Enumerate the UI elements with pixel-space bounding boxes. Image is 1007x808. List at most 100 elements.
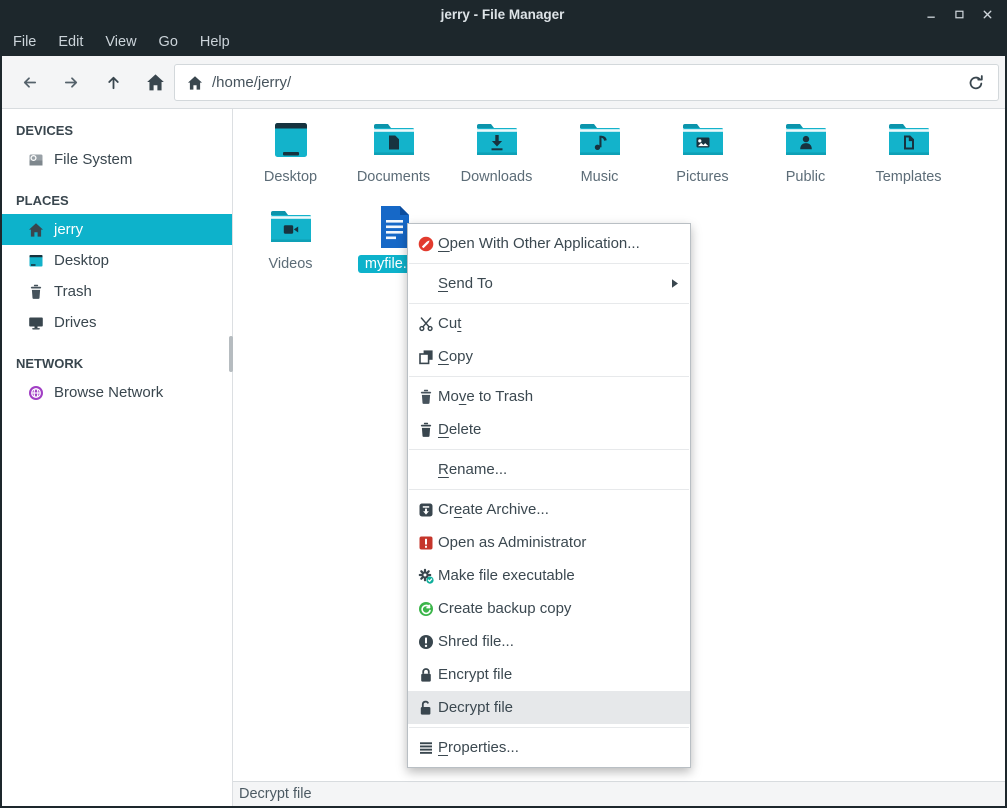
sidebar-item-label: File System <box>54 151 132 168</box>
context-menu-item-copy[interactable]: Copy <box>408 340 690 373</box>
file-item-music[interactable]: Music <box>548 112 651 198</box>
sidebar-item-desktop[interactable]: Desktop <box>2 245 232 276</box>
sidebar-section-items: Browse Network <box>2 377 232 408</box>
sidebar-resize-handle[interactable] <box>229 336 233 372</box>
status-text: Decrypt file <box>239 786 312 802</box>
sidebar-item-trash[interactable]: Trash <box>2 276 232 307</box>
context-menu-item-label: Create Archive... <box>438 501 549 518</box>
sidebar-section-items: jerry Desktop Trash Drives <box>2 214 232 338</box>
properties-icon <box>418 740 434 756</box>
backup-icon <box>418 601 434 617</box>
context-menu-item-label: Shred file... <box>438 633 514 650</box>
menubar-item-view[interactable]: View <box>94 30 147 54</box>
context-menu-item-move-to-trash[interactable]: Move to Trash <box>408 380 690 413</box>
context-menu-item-label: Copy <box>438 348 473 365</box>
sidebar-item-label: Drives <box>54 314 97 331</box>
statusbar: Decrypt file <box>2 781 1005 806</box>
archive-icon <box>418 502 434 518</box>
sidebar-section-network: NETWORK Browse Network <box>2 350 232 408</box>
context-menu-item-shred-file[interactable]: Shred file... <box>408 625 690 658</box>
file-item-templates[interactable]: Templates <box>857 112 960 198</box>
context-menu-separator <box>409 727 689 728</box>
context-menu-item-decrypt-file[interactable]: Decrypt file <box>408 691 690 724</box>
toolbar: /home/jerry/ <box>2 56 1005 109</box>
context-menu-item-cut[interactable]: Cut <box>408 307 690 340</box>
no-icon <box>418 276 434 292</box>
context-menu-item-label: Create backup copy <box>438 600 571 617</box>
file-item-label: Desktop <box>257 168 324 186</box>
path-bar[interactable]: /home/jerry/ <box>174 64 999 101</box>
trash-icon <box>28 284 44 300</box>
menubar-item-help[interactable]: Help <box>189 30 241 54</box>
context-menu-separator <box>409 376 689 377</box>
context-menu-item-delete[interactable]: Delete <box>408 413 690 446</box>
sidebar-item-browse-network[interactable]: Browse Network <box>2 377 232 408</box>
sidebar-item-file-system[interactable]: File System <box>2 144 232 175</box>
context-menu-item-label: Move to Trash <box>438 388 533 405</box>
file-item-videos[interactable]: Videos <box>239 199 342 285</box>
context-menu-item-label: Send To <box>438 275 493 292</box>
trash-dark-icon <box>418 422 434 438</box>
menubar: FileEditViewGoHelp <box>0 28 1007 56</box>
context-menu-item-open-as-administrator[interactable]: Open as Administrator <box>408 526 690 559</box>
context-menu-item-open-with-other-application[interactable]: Open With Other Application... <box>408 227 690 260</box>
context-menu: Open With Other Application... Send To C… <box>407 223 691 768</box>
file-manager-window: jerry - File Manager FileEditViewGoHelp … <box>0 0 1007 808</box>
back-button[interactable] <box>12 65 46 99</box>
desktop-large-icon <box>267 116 315 164</box>
context-menu-separator <box>409 263 689 264</box>
context-menu-item-send-to[interactable]: Send To <box>408 267 690 300</box>
file-item-label: Music <box>574 168 626 186</box>
maximize-button[interactable] <box>947 3 971 25</box>
menubar-item-file[interactable]: File <box>2 30 47 54</box>
up-button[interactable] <box>96 65 130 99</box>
context-menu-item-create-archive[interactable]: Create Archive... <box>408 493 690 526</box>
folder-public-icon <box>782 116 830 164</box>
file-item-pictures[interactable]: Pictures <box>651 112 754 198</box>
menubar-item-go[interactable]: Go <box>148 30 189 54</box>
file-item-desktop[interactable]: Desktop <box>239 112 342 198</box>
close-icon <box>981 8 994 21</box>
titlebar[interactable]: jerry - File Manager <box>0 0 1007 28</box>
reload-button[interactable] <box>966 73 986 93</box>
folder-templates-icon <box>885 116 933 164</box>
sidebar-section-header: DEVICES <box>2 117 232 144</box>
context-menu-item-make-file-executable[interactable]: Make file executable <box>408 559 690 592</box>
arrow-right-icon <box>62 73 81 92</box>
minimize-icon <box>925 8 938 21</box>
trash-icon <box>418 389 434 405</box>
context-menu-item-encrypt-file[interactable]: Encrypt file <box>408 658 690 691</box>
minimize-button[interactable] <box>919 3 943 25</box>
home-icon <box>187 75 203 91</box>
close-button[interactable] <box>975 3 999 25</box>
home-button[interactable] <box>138 65 172 99</box>
sidebar-section-items: File System <box>2 144 232 175</box>
path-input[interactable]: /home/jerry/ <box>212 74 966 91</box>
context-menu-separator <box>409 303 689 304</box>
folder-pictures-icon <box>679 116 727 164</box>
context-menu-item-properties[interactable]: Properties... <box>408 731 690 764</box>
sidebar: DEVICES File System PLACES jerry Desktop… <box>2 109 233 781</box>
context-menu-separator <box>409 449 689 450</box>
arrow-up-icon <box>104 73 123 92</box>
file-item-downloads[interactable]: Downloads <box>445 112 548 198</box>
decrypt-icon <box>418 700 434 716</box>
context-menu-item-label: Decrypt file <box>438 699 513 716</box>
file-item-public[interactable]: Public <box>754 112 857 198</box>
file-item-label: Public <box>779 168 833 186</box>
sidebar-item-label: Desktop <box>54 252 109 269</box>
sidebar-section-header: NETWORK <box>2 350 232 377</box>
forward-button[interactable] <box>54 65 88 99</box>
drive-icon <box>28 152 44 168</box>
context-menu-item-label: Make file executable <box>438 567 575 584</box>
menubar-item-edit[interactable]: Edit <box>47 30 94 54</box>
context-menu-item-label: Rename... <box>438 461 507 478</box>
sidebar-item-drives[interactable]: Drives <box>2 307 232 338</box>
context-menu-item-create-backup-copy[interactable]: Create backup copy <box>408 592 690 625</box>
file-item-documents[interactable]: Documents <box>342 112 445 198</box>
context-menu-item-label: Open as Administrator <box>438 534 586 551</box>
sidebar-item-jerry[interactable]: jerry <box>2 214 232 245</box>
context-menu-item-rename[interactable]: Rename... <box>408 453 690 486</box>
cut-icon <box>418 316 434 332</box>
home-icon <box>146 73 165 92</box>
